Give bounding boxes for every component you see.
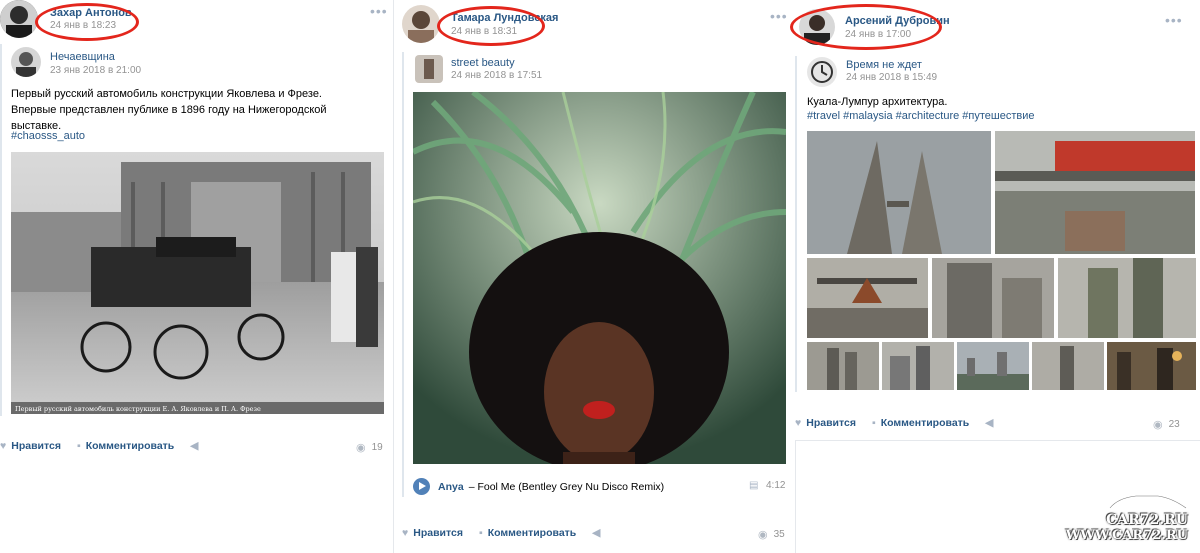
like-button[interactable]: ♥ Нравится — [795, 417, 856, 429]
post-actions: ♥ Нравится ▪ Комментировать ◀ — [402, 527, 621, 539]
gallery-photo-1[interactable] — [807, 131, 991, 254]
car-logo-icon — [1109, 495, 1187, 509]
watermark-line2: WWW.CAR72.RU — [1065, 528, 1188, 543]
share-button[interactable]: ◀ — [592, 527, 605, 539]
repost-date[interactable]: 23 янв 2018 в 21:00 — [50, 65, 141, 76]
repost-line — [402, 52, 404, 497]
post-actions: ♥ Нравится ▪ Комментировать ◀ — [0, 440, 219, 452]
audio-title: – Fool Me (Bentley Grey Nu Disco Remix) — [468, 480, 665, 493]
author-name[interactable]: Арсений Дубровин — [845, 15, 950, 27]
repost-source-name[interactable]: street beauty — [451, 57, 515, 69]
post-card-1: Захар Антонов 24 янв в 18:23 ••• Нечаевщ… — [0, 0, 392, 470]
more-options-icon[interactable]: ••• — [770, 9, 788, 23]
megaphone-icon: ◀ — [592, 527, 601, 539]
hashtag-links[interactable]: #travel #malaysia #architecture #путешес… — [807, 108, 1035, 124]
heart-icon: ♥ — [402, 527, 409, 539]
repost-source-name[interactable]: Время не ждет — [846, 59, 922, 71]
gallery-photo-6[interactable] — [807, 342, 879, 390]
eye-icon: ◉ — [356, 442, 366, 454]
author-avatar[interactable] — [799, 9, 835, 45]
comment-button[interactable]: ▪ Комментировать — [479, 527, 576, 539]
repost-date[interactable]: 24 янв 2018 в 17:51 — [451, 70, 542, 81]
comment-icon: ▪ — [478, 527, 483, 539]
author-avatar[interactable] — [402, 5, 440, 43]
gallery-photo-4[interactable] — [932, 258, 1054, 338]
comment-icon: ▪ — [76, 440, 81, 452]
share-button[interactable]: ◀ — [190, 440, 203, 452]
share-button[interactable]: ◀ — [985, 417, 998, 429]
audio-list-icon[interactable]: ▤ — [749, 480, 758, 491]
more-options-icon[interactable]: ••• — [1165, 13, 1183, 27]
author-name[interactable]: Захар Антонов — [50, 7, 132, 19]
gallery-photo-9[interactable] — [1032, 342, 1104, 390]
megaphone-icon: ◀ — [985, 417, 994, 429]
post-date[interactable]: 24 янв в 18:31 — [451, 26, 517, 37]
gallery-photo-3[interactable] — [807, 258, 928, 338]
gallery-photo-5[interactable] — [1058, 258, 1196, 338]
repost-source-name[interactable]: Нечаевщина — [50, 51, 115, 63]
audio-duration: 4:12 — [766, 480, 786, 491]
comment-button[interactable]: ▪ Комментировать — [77, 440, 174, 452]
post-photo[interactable] — [413, 92, 786, 464]
megaphone-icon: ◀ — [190, 440, 199, 452]
post-date[interactable]: 24 янв в 17:00 — [845, 29, 911, 40]
play-icon[interactable] — [413, 478, 430, 495]
author-avatar[interactable] — [0, 0, 38, 38]
repost-avatar[interactable] — [415, 55, 443, 83]
post-card-3: Арсений Дубровин 24 янв в 17:00 ••• Врем… — [790, 0, 1200, 441]
gallery-photo-2[interactable] — [995, 131, 1195, 254]
audio-artist[interactable]: Anya — [438, 481, 464, 493]
eye-icon: ◉ — [758, 529, 768, 541]
watermark-line1: CAR72.RU — [1106, 512, 1188, 528]
post-date[interactable]: 24 янв в 18:23 — [50, 20, 116, 31]
views-counter: ◉ 23 — [1153, 419, 1180, 431]
eye-icon: ◉ — [1153, 419, 1163, 431]
hashtag-link[interactable]: #chaosss_auto — [11, 128, 85, 144]
audio-track[interactable]: Anya – Fool Me (Bentley Grey Nu Disco Re… — [413, 478, 786, 495]
like-button[interactable]: ♥ Нравится — [0, 440, 61, 452]
post-photo[interactable]: Первый русский автомобиль конструкции Е.… — [11, 152, 384, 414]
comment-icon: ▪ — [871, 417, 876, 429]
post-text: Первый русский автомобиль конструкции Як… — [11, 88, 327, 132]
photo-caption: Первый русский автомобиль конструкции Е.… — [15, 405, 261, 413]
views-counter: ◉ 35 — [758, 529, 785, 541]
repost-date[interactable]: 24 янв 2018 в 15:49 — [846, 72, 937, 83]
post-card-2: Тамара Лундовская 24 янв в 18:31 ••• str… — [393, 0, 796, 553]
comment-button[interactable]: ▪ Комментировать — [872, 417, 969, 429]
repost-avatar[interactable] — [807, 57, 837, 87]
gallery-photo-10[interactable] — [1107, 342, 1196, 390]
post-actions: ♥ Нравится ▪ Комментировать ◀ — [795, 417, 1014, 429]
more-options-icon[interactable]: ••• — [370, 4, 388, 18]
gallery-photo-7[interactable] — [882, 342, 954, 390]
like-button[interactable]: ♥ Нравится — [402, 527, 463, 539]
author-name[interactable]: Тамара Лундовская — [451, 12, 558, 24]
repost-line — [0, 44, 2, 416]
views-counter: ◉ 19 — [356, 442, 383, 454]
repost-line — [795, 56, 797, 392]
repost-avatar[interactable] — [11, 47, 41, 77]
site-watermark: CAR72.RU WWW.CAR72.RU — [1066, 490, 1188, 543]
heart-icon: ♥ — [795, 417, 802, 429]
gallery-photo-8[interactable] — [957, 342, 1029, 390]
heart-icon: ♥ — [0, 440, 7, 452]
